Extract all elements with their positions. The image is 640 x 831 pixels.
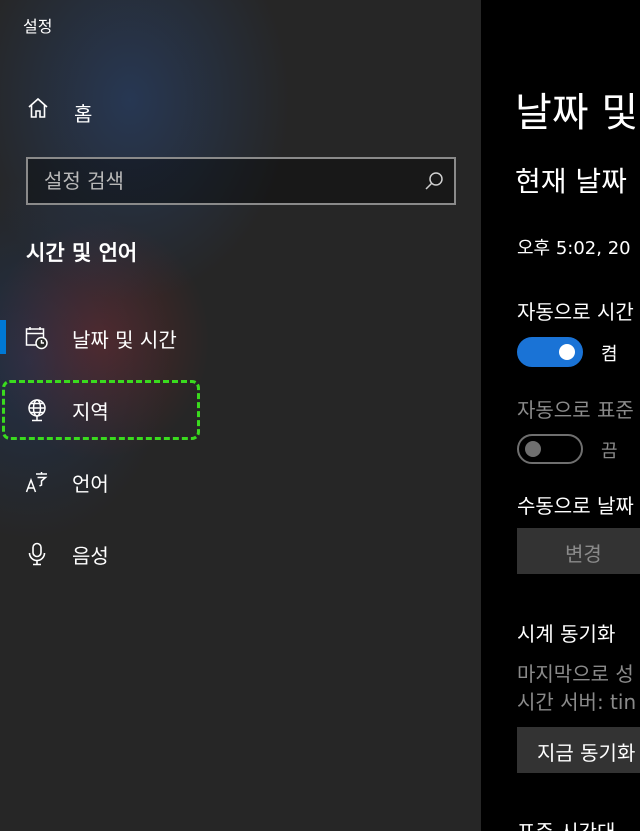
search-icon[interactable] — [424, 171, 444, 195]
sidebar-item-language[interactable]: 언어 — [0, 452, 480, 512]
auto-timezone-label: 자동으로 표준 — [517, 398, 634, 422]
microphone-icon — [25, 542, 49, 566]
auto-time-toggle[interactable] — [517, 337, 583, 367]
search-input[interactable] — [28, 159, 454, 203]
toggle-knob — [559, 344, 575, 360]
timezone-label: 표준 시간대 — [517, 816, 615, 831]
toggle-knob — [525, 441, 541, 457]
auto-time-label: 자동으로 시간 — [517, 300, 634, 324]
focus-ring — [2, 380, 200, 440]
sidebar-item-label: 날짜 및 시간 — [72, 328, 177, 352]
section-title: 시간 및 언어 — [26, 241, 138, 265]
sidebar-item-label: 언어 — [72, 472, 109, 496]
sync-title: 시계 동기화 — [517, 622, 616, 646]
auto-timezone-toggle[interactable] — [517, 434, 583, 464]
sidebar-item-label: 음성 — [72, 544, 109, 568]
selected-indicator — [0, 320, 6, 354]
sidebar: 설정 홈 시간 및 언어 날짜 및 시간 — [0, 0, 481, 831]
time-server-text: 시간 서버: tin — [517, 690, 637, 714]
sidebar-item-date-time[interactable]: 날짜 및 시간 — [0, 308, 480, 368]
current-datetime: 오후 5:02, 20 — [517, 238, 631, 259]
page-title: 날짜 및 — [515, 90, 639, 136]
calendar-clock-icon — [25, 326, 49, 350]
manual-date-label: 수동으로 날짜 — [517, 494, 634, 518]
auto-timezone-state: 끔 — [601, 441, 618, 462]
last-sync-text: 마지막으로 성 — [517, 662, 634, 686]
main-content: 날짜 및 현재 날짜 오후 5:02, 20 자동으로 시간 켬 자동으로 표준… — [481, 0, 640, 831]
sync-now-button[interactable]: 지금 동기화 — [517, 727, 640, 773]
section-heading: 현재 날짜 — [515, 165, 627, 198]
sidebar-item-speech[interactable]: 음성 — [0, 524, 480, 584]
search-box[interactable] — [26, 157, 456, 205]
home-nav-item[interactable]: 홈 — [26, 96, 92, 126]
home-label: 홈 — [74, 102, 93, 126]
home-icon — [26, 96, 50, 124]
language-icon — [25, 470, 49, 494]
auto-time-state: 켬 — [601, 344, 618, 365]
window-title: 설정 — [23, 17, 53, 36]
change-button[interactable]: 변경 — [517, 528, 640, 574]
